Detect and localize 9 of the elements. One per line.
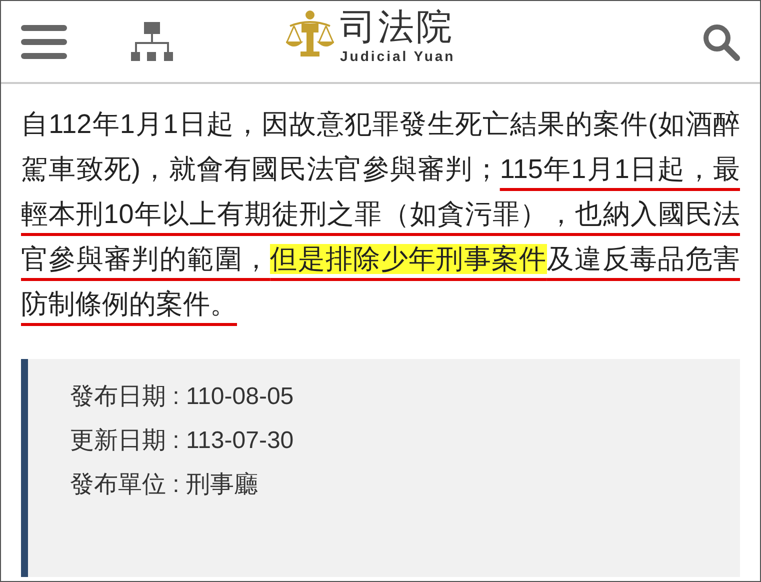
logo-title: 司法院 xyxy=(340,9,455,45)
info-line: 發布單位 : 刑事廳 xyxy=(70,470,260,500)
article-paragraph: 自112年1月1日起，因故意犯罪發生死亡結果的案件(如酒醉駕車致死)，就會有國民法官參與審判；115年1月1日起，最輕本刑10年以上有期徒刑之罪（如貪污罪），也納入國民法官參與審判的範圍，但是排除少年刑事案件及違反毒品危害防制條例的案件。 xyxy=(20,108,742,321)
info-line: 更新日期 : 113-07-30 xyxy=(70,426,295,456)
sitemap-icon[interactable] xyxy=(131,22,173,62)
menu-icon[interactable] xyxy=(21,24,67,58)
logo-subtitle: Judicial Yuan xyxy=(340,49,456,63)
info-line: 發布日期 : 110-08-05 xyxy=(70,382,295,412)
search-icon[interactable] xyxy=(702,22,740,60)
